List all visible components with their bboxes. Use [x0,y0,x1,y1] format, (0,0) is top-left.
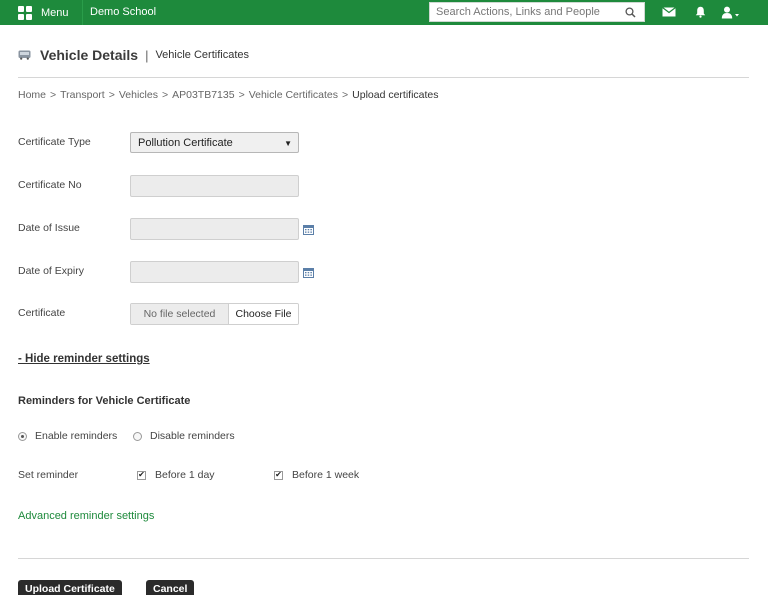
before-1-week-option[interactable]: ✔ Before 1 week [274,469,359,481]
upload-certificate-button[interactable]: Upload Certificate [18,580,122,595]
bell-icon[interactable] [693,4,707,20]
date-of-issue-label: Date of Issue [18,222,80,234]
reminders-heading: Reminders for Vehicle Certificate [18,395,191,407]
date-of-issue-input[interactable] [130,218,299,240]
breadcrumb-vehicle-certificates[interactable]: Vehicle Certificates [249,89,338,101]
before-1-week-label: Before 1 week [292,469,360,481]
breadcrumb-separator: > [50,89,57,101]
before-1-week-checkbox[interactable]: ✔ [274,470,283,480]
bus-icon [18,50,31,60]
search-box [429,2,645,22]
set-reminder-label: Set reminder [18,469,79,481]
certificate-no-input[interactable] [130,175,299,197]
title-separator: | [145,47,149,63]
breadcrumb-home[interactable]: Home [18,89,46,101]
menu-label: Menu [41,6,69,19]
footer-divider [18,558,749,559]
page-header: Vehicle Details | Vehicle Certificates [18,45,249,65]
breadcrumb-separator: > [108,89,115,101]
date-of-expiry-label: Date of Expiry [18,265,84,277]
calendar-icon[interactable] [303,268,314,278]
certificate-no-row: Certificate No [18,175,358,199]
page-subtitle: Vehicle Certificates [155,49,249,61]
before-1-day-option[interactable]: ✔ Before 1 day [137,469,215,481]
certificate-file-row: Certificate No file selected Choose File [18,303,358,327]
certificate-label: Certificate [18,307,66,319]
chevron-down-icon: ▼ [284,139,292,148]
date-of-expiry-input[interactable] [130,261,299,283]
top-nav-bar: Menu Demo School [0,0,768,25]
enable-reminders-label: Enable reminders [35,430,118,442]
before-1-day-checkbox[interactable]: ✔ [137,470,146,480]
search-icon[interactable] [622,4,638,20]
breadcrumb-current: Upload certificates [352,89,439,101]
certificate-file-input[interactable]: No file selected Choose File [130,303,299,325]
cancel-button[interactable]: Cancel [146,580,195,595]
school-name-link[interactable]: Demo School [90,0,156,25]
breadcrumb-separator: > [342,89,349,101]
certificate-type-label: Certificate Type [18,136,91,148]
certificate-type-select[interactable]: Pollution Certificate ▼ [130,132,299,153]
enable-reminders-radio[interactable] [18,431,27,441]
grid-icon [18,5,32,20]
topbar-divider [82,0,83,25]
date-of-issue-row: Date of Issue [18,218,358,242]
breadcrumb-separator: > [161,89,169,101]
hide-reminder-settings-link[interactable]: - Hide reminder settings [18,353,150,365]
advanced-reminder-settings-link[interactable]: Advanced reminder settings [18,510,154,522]
calendar-icon[interactable] [303,225,314,235]
menu-button[interactable]: Menu [18,0,69,25]
search-input[interactable] [430,3,622,21]
page-title: Vehicle Details [40,47,139,63]
enable-reminders-option[interactable]: Enable reminders [18,430,117,442]
breadcrumb-separator: > [238,89,245,101]
disable-reminders-radio[interactable] [133,431,142,441]
mail-icon[interactable] [661,4,677,20]
choose-file-button[interactable]: Choose File [229,304,298,324]
file-status: No file selected [131,304,229,324]
certificate-type-value: Pollution Certificate [138,136,233,149]
disable-reminders-option[interactable]: Disable reminders [133,430,235,442]
disable-reminders-label: Disable reminders [150,430,235,442]
user-menu-icon[interactable] [720,4,742,20]
breadcrumb-vehicles[interactable]: Vehicles [119,89,158,101]
date-of-expiry-row: Date of Expiry [18,261,358,285]
header-divider [18,77,749,78]
breadcrumb-transport[interactable]: Transport [60,89,105,101]
breadcrumb: Home > Transport > Vehicles > AP03TB7135… [18,89,439,101]
certificate-no-label: Certificate No [18,179,82,191]
certificate-type-row: Certificate Type Pollution Certificate ▼ [18,132,358,156]
breadcrumb-vehicle-id[interactable]: AP03TB7135 [172,89,234,101]
before-1-day-label: Before 1 day [155,469,215,481]
